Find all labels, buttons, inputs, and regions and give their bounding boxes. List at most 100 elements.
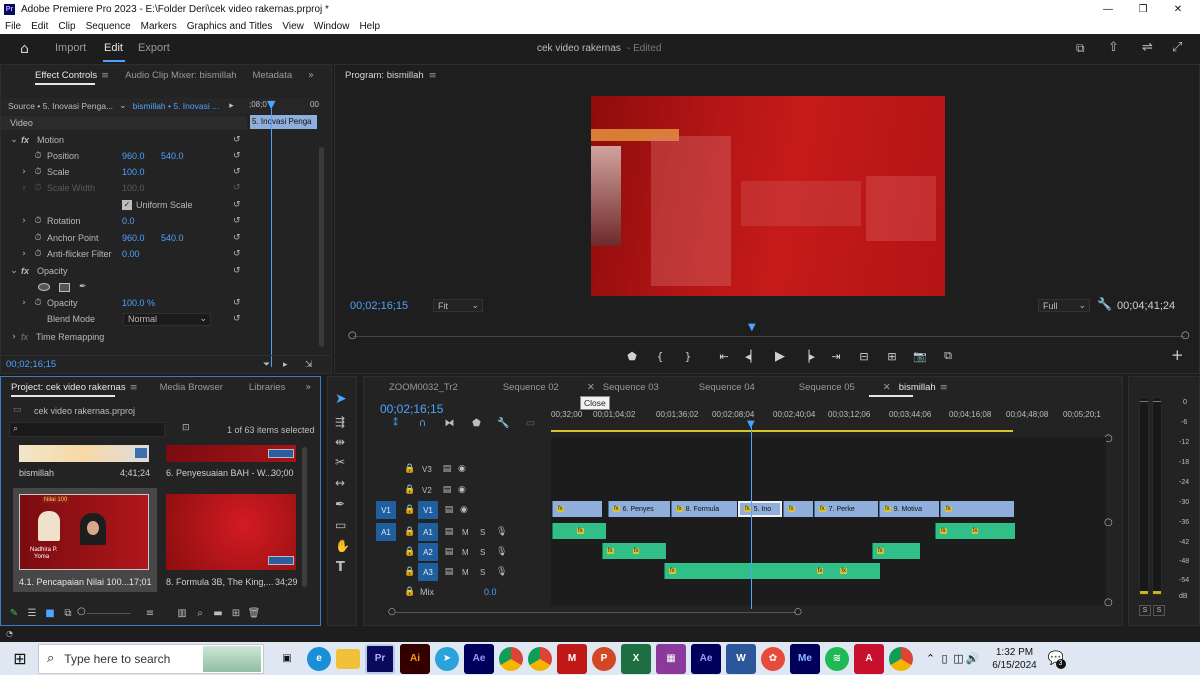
go-to-in-icon[interactable]: ⇤	[710, 350, 738, 363]
solo-button[interactable]: S	[480, 548, 494, 557]
fx-badge[interactable]: fx	[21, 266, 29, 276]
taskbar-app-after-effects-2[interactable]: Ae	[691, 643, 721, 674]
program-playhead-icon[interactable]: ▼	[748, 322, 756, 333]
spotify-icon[interactable]: ≋	[825, 646, 849, 671]
mute-button[interactable]: M	[462, 548, 476, 557]
add-button-icon[interactable]: +	[1171, 346, 1184, 364]
source-patch-a1[interactable]: A1	[376, 523, 396, 541]
timeline-horizontal-scrollbar[interactable]: ○ ○	[388, 607, 804, 617]
list-view-icon[interactable]: ☰	[23, 608, 41, 619]
panel-menu-icon[interactable]: ≡	[940, 382, 948, 393]
step-forward-icon[interactable]: ▕▸	[794, 350, 822, 363]
extract-icon[interactable]: ⊞	[878, 350, 906, 363]
taskbar-app-media-encoder[interactable]: Me	[790, 643, 820, 674]
home-icon[interactable]: ⌂	[20, 41, 29, 57]
tab-metadata[interactable]: Metadata	[253, 70, 293, 81]
chrome-alt-icon[interactable]	[889, 646, 913, 671]
tab-media-browser[interactable]: Media Browser	[160, 382, 223, 393]
tab-edit[interactable]: Edit	[104, 42, 123, 54]
sync-lock-icon[interactable]: ▤	[442, 505, 456, 515]
microphone-icon[interactable]: 🎙	[496, 547, 507, 557]
filter-icon[interactable]: ⏷	[263, 360, 270, 370]
maximize-button[interactable]: ❐	[1135, 4, 1151, 15]
mute-button[interactable]: M	[462, 568, 476, 577]
automate-to-sequence-icon[interactable]: ▥	[173, 608, 191, 619]
scroll-end-handle-icon[interactable]: ○	[794, 607, 802, 617]
close-window-button[interactable]: ✕	[1170, 4, 1186, 15]
opacity-section-row[interactable]: ⌄ fx Opacity ↺	[1, 263, 245, 279]
video-clip[interactable]: fx 9. Motiva	[879, 501, 939, 517]
go-to-out-icon[interactable]: ⇥	[822, 350, 850, 363]
freeform-view-icon[interactable]: ⧉	[59, 608, 77, 619]
microphone-icon[interactable]: 🎙	[496, 567, 507, 577]
battery-icon[interactable]: ▯	[938, 652, 952, 665]
compare-view-icon[interactable]: ⧉	[934, 349, 962, 363]
overflow-icon[interactable]: »	[308, 70, 314, 81]
chrome-icon[interactable]	[499, 646, 523, 671]
telegram-icon[interactable]: ➤	[435, 646, 459, 671]
source-patch-v1[interactable]: V1	[376, 501, 396, 519]
audio-clip[interactable]: fx	[552, 523, 606, 539]
settings-wrench-icon[interactable]: 🔧	[1097, 297, 1112, 311]
menu-graphics[interactable]: Graphics and Titles	[187, 21, 273, 32]
panel-menu-icon[interactable]: ≡	[130, 382, 138, 393]
panel-menu-icon[interactable]: ≡	[429, 70, 437, 81]
menu-window[interactable]: Window	[314, 21, 350, 32]
project-search-input[interactable]: ⌕	[9, 422, 165, 437]
excel-icon[interactable]: X	[621, 643, 651, 674]
scrub-start-handle-icon[interactable]: ○	[348, 330, 357, 341]
solo-button[interactable]: S	[480, 568, 494, 577]
sync-lock-icon[interactable]: ▤	[440, 485, 454, 495]
expand-chevron-icon[interactable]: ›	[9, 332, 19, 342]
menu-markers[interactable]: Markers	[141, 21, 177, 32]
rectangle-tool-icon[interactable]: ▭	[335, 518, 346, 532]
menu-file[interactable]: File	[5, 21, 21, 32]
network-icon[interactable]: ◫	[952, 652, 966, 665]
sequence-dropdown-icon[interactable]: ⌄	[119, 101, 127, 111]
share-icon[interactable]: ⇧	[1108, 40, 1119, 55]
audio-clip[interactable]: fx fx	[602, 543, 666, 559]
sync-lock-icon[interactable]: ▤	[442, 547, 456, 557]
lock-icon[interactable]: 🔒	[404, 485, 416, 495]
pen-tool-icon[interactable]: ✒	[335, 497, 345, 511]
tab-bismillah[interactable]: bismillah	[899, 382, 936, 393]
time-remapping-row[interactable]: › fx Time Remapping	[1, 329, 245, 345]
tab-sequence[interactable]: Sequence 02	[503, 382, 559, 393]
anti-flicker-value[interactable]: 0.00	[122, 249, 140, 259]
tab-sequence[interactable]: ZOOM0032_Tr2	[389, 382, 458, 393]
hand-tool-icon[interactable]: ✋	[335, 539, 350, 553]
play-audio-icon[interactable]: ▸	[283, 360, 288, 370]
opacity-value[interactable]: 100.0 %	[122, 298, 155, 308]
collapse-chevron-icon[interactable]: ⌄	[9, 266, 19, 276]
step-back-icon[interactable]: ◂▏	[738, 350, 766, 363]
solo-right-button[interactable]: S	[1153, 605, 1165, 616]
tab-audio-clip-mixer[interactable]: Audio Clip Mixer: bismillah	[125, 70, 236, 81]
solo-left-button[interactable]: S	[1139, 605, 1151, 616]
tab-sequence[interactable]: Sequence 05	[799, 382, 855, 393]
video-clip[interactable]: fx	[940, 501, 1014, 517]
fullscreen-icon[interactable]: ⤢	[1172, 40, 1182, 55]
vertical-scroll-handle-icon[interactable]: ○	[1104, 597, 1113, 608]
menu-edit[interactable]: Edit	[31, 21, 48, 32]
project-scrollbar[interactable]	[302, 447, 307, 587]
new-search-bin-icon[interactable]: ⊡	[182, 423, 190, 433]
mark-out-icon[interactable]: }	[674, 350, 702, 363]
mix-value[interactable]: 0.0	[484, 587, 497, 597]
volume-icon[interactable]: 🔊	[966, 652, 980, 665]
lock-icon[interactable]: 🔒	[404, 567, 416, 577]
reset-icon[interactable]: ↺	[233, 135, 241, 145]
new-bin-icon[interactable]: ▬	[209, 608, 227, 619]
eye-icon[interactable]: ◉	[460, 505, 468, 515]
reset-icon[interactable]: ↺	[233, 233, 241, 243]
rectangle-mask-icon[interactable]	[59, 282, 70, 292]
stopwatch-icon[interactable]: ⏱	[33, 298, 43, 308]
video-clip[interactable]: fx 6. Penyes	[608, 501, 670, 517]
insert-sequence-icon[interactable]: ⁑	[382, 418, 409, 429]
scale-value[interactable]: 100.0	[122, 167, 145, 177]
close-tab-icon[interactable]: ✕	[587, 382, 595, 393]
zoom-slider-handle-icon[interactable]: ○	[77, 606, 86, 617]
sort-icon[interactable]: ≡	[141, 608, 159, 619]
track-target-a2[interactable]: A2	[418, 543, 438, 561]
quick-export-icon[interactable]: ⧉	[1076, 41, 1085, 56]
stopwatch-icon[interactable]: ⏱	[33, 151, 43, 161]
